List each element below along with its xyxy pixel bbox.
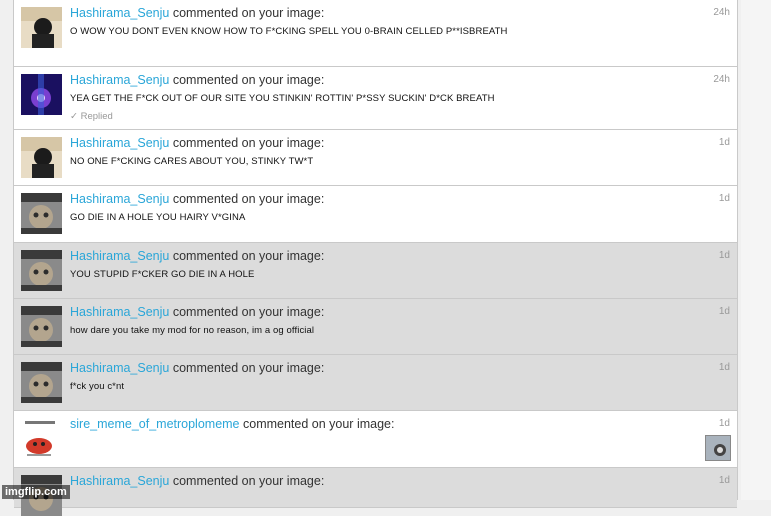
page-margin	[741, 0, 771, 500]
notification-item[interactable]: Hashirama_Senju commented on your image:…	[14, 355, 737, 411]
action-text: commented on your image:	[172, 6, 325, 20]
action-text: commented on your image:	[172, 249, 325, 263]
username-link[interactable]: sire_meme_of_metroplomeme	[70, 417, 240, 431]
username-link[interactable]: Hashirama_Senju	[70, 249, 169, 263]
action-text: commented on your image:	[172, 474, 325, 488]
cat-avatar[interactable]	[21, 250, 62, 291]
timestamp: 1d	[718, 137, 730, 148]
timestamp: 1d	[718, 250, 730, 261]
timestamp: 1d	[718, 306, 730, 317]
notification-item[interactable]: Hashirama_Senju commented on your image:…	[14, 243, 737, 299]
action-text: commented on your image:	[172, 136, 325, 150]
notification-text: Hashirama_Senju commented on your image:	[70, 73, 324, 87]
comment-text: how dare you take my mod for no reason, …	[70, 325, 315, 336]
notification-text: Hashirama_Senju commented on your image:	[70, 305, 324, 319]
comment-text: f*ck you c*nt	[70, 381, 125, 392]
notification-text: sire_meme_of_metroplomeme commented on y…	[70, 417, 394, 431]
notification-item[interactable]: Hashirama_Senju commented on your image:…	[14, 468, 737, 516]
timestamp: 1d	[718, 362, 730, 373]
notification-text: Hashirama_Senju commented on your image:	[70, 249, 324, 263]
username-link[interactable]: Hashirama_Senju	[70, 361, 169, 375]
username-link[interactable]: Hashirama_Senju	[70, 305, 169, 319]
galaxy-avatar[interactable]	[21, 74, 62, 115]
timestamp: 1d	[718, 193, 730, 204]
action-text: commented on your image:	[172, 192, 325, 206]
action-text: commented on your image:	[172, 73, 325, 87]
notification-text: Hashirama_Senju commented on your image:	[70, 474, 324, 488]
notification-item[interactable]: Hashirama_Senju commented on your image:…	[14, 130, 737, 186]
username-link[interactable]: Hashirama_Senju	[70, 6, 169, 20]
comment-text: O WOW YOU DONT EVEN KNOW HOW TO F*CKING …	[70, 26, 508, 37]
username-link[interactable]: Hashirama_Senju	[70, 73, 169, 87]
notification-item[interactable]: sire_meme_of_metroplomeme commented on y…	[14, 411, 737, 468]
notification-item[interactable]: Hashirama_Senju commented on your image:…	[14, 0, 737, 67]
notification-item[interactable]: Hashirama_Senju commented on your image:…	[14, 299, 737, 355]
image-thumbnail[interactable]	[705, 435, 731, 461]
notification-item[interactable]: Hashirama_Senju commented on your image:…	[14, 67, 737, 130]
cat-avatar[interactable]	[21, 306, 62, 347]
comment-text: NO ONE F*CKING CARES ABOUT YOU, STINKY T…	[70, 156, 314, 167]
action-text: commented on your image:	[243, 417, 395, 431]
cat-avatar[interactable]	[21, 193, 62, 234]
notification-feed: Hashirama_Senju commented on your image:…	[13, 0, 738, 516]
notification-text: Hashirama_Senju commented on your image:	[70, 361, 324, 375]
username-link[interactable]: Hashirama_Senju	[70, 136, 169, 150]
username-link[interactable]: Hashirama_Senju	[70, 192, 169, 206]
action-text: commented on your image:	[172, 305, 325, 319]
comment-text: YEA GET THE F*CK OUT OF OUR SITE YOU STI…	[70, 93, 495, 104]
username-link[interactable]: Hashirama_Senju	[70, 474, 169, 488]
notification-item[interactable]: Hashirama_Senju commented on your image:…	[14, 186, 737, 243]
notification-text: Hashirama_Senju commented on your image:	[70, 136, 324, 150]
cat-avatar[interactable]	[21, 362, 62, 403]
replied-indicator: ✓ Replied	[70, 111, 113, 122]
timestamp: 1d	[718, 475, 730, 486]
comment-text: GO DIE IN A HOLE YOU HAIRY V*GINA	[70, 212, 246, 223]
comment-text: YOU STUPID F*CKER GO DIE IN A HOLE	[70, 269, 255, 280]
meme-avatar[interactable]	[21, 418, 62, 459]
timestamp: 1d	[718, 418, 730, 429]
notification-text: Hashirama_Senju commented on your image:	[70, 192, 324, 206]
action-text: commented on your image:	[172, 361, 325, 375]
timestamp: 24h	[713, 7, 730, 18]
watermark: imgflip.com	[2, 485, 70, 499]
person-avatar[interactable]	[21, 137, 62, 178]
person-avatar[interactable]	[21, 7, 62, 48]
notification-text: Hashirama_Senju commented on your image:	[70, 6, 324, 20]
timestamp: 24h	[713, 74, 730, 85]
